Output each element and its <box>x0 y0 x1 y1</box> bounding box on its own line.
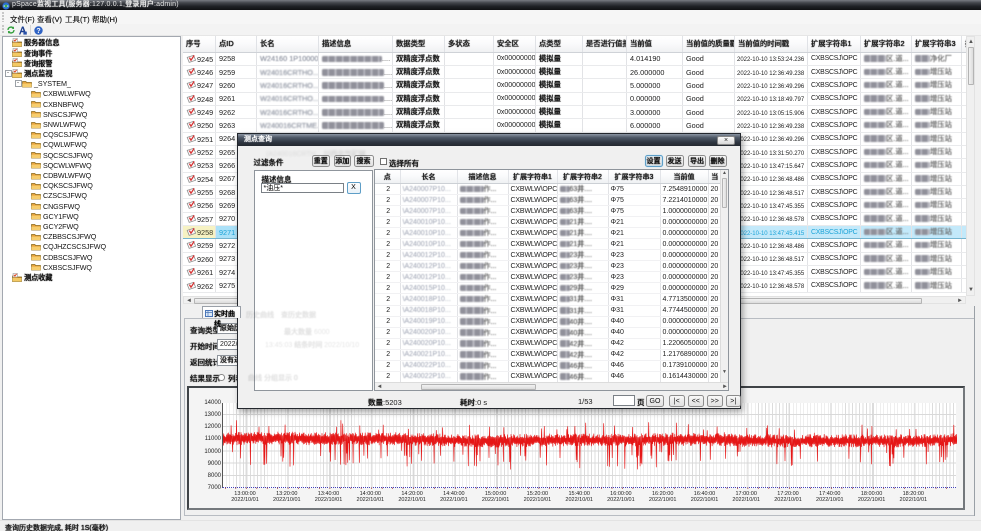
svg-text:?: ? <box>36 28 40 35</box>
